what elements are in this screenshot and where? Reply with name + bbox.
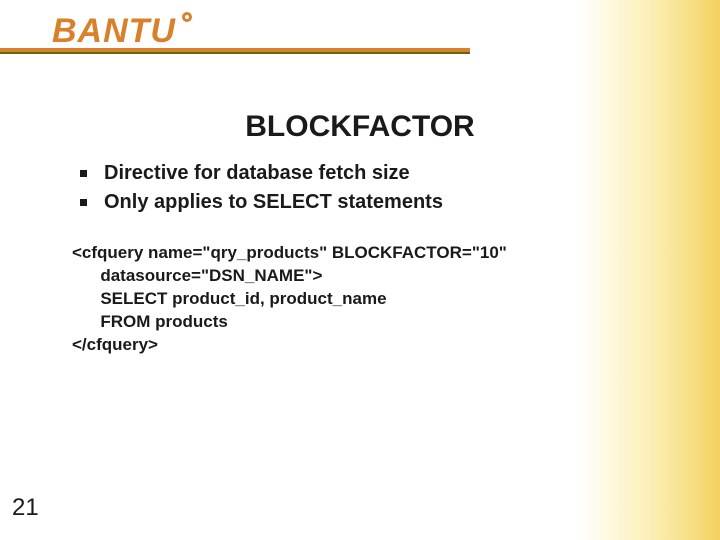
- page-number: 21: [12, 494, 39, 522]
- bullet-list: Directive for database fetch size Only a…: [72, 160, 630, 216]
- logo-text: BANTU: [52, 14, 176, 48]
- code-block: <cfquery name="qry_products" BLOCKFACTOR…: [72, 242, 630, 357]
- logo: BANTU: [52, 14, 176, 48]
- slide-content: Directive for database fetch size Only a…: [72, 160, 630, 357]
- list-item: Directive for database fetch size: [72, 160, 630, 187]
- header-green-bar: [0, 52, 470, 54]
- list-item: Only applies to SELECT statements: [72, 189, 630, 216]
- logo-dot-icon: [182, 12, 192, 22]
- slide-title: BLOCKFACTOR: [0, 110, 720, 144]
